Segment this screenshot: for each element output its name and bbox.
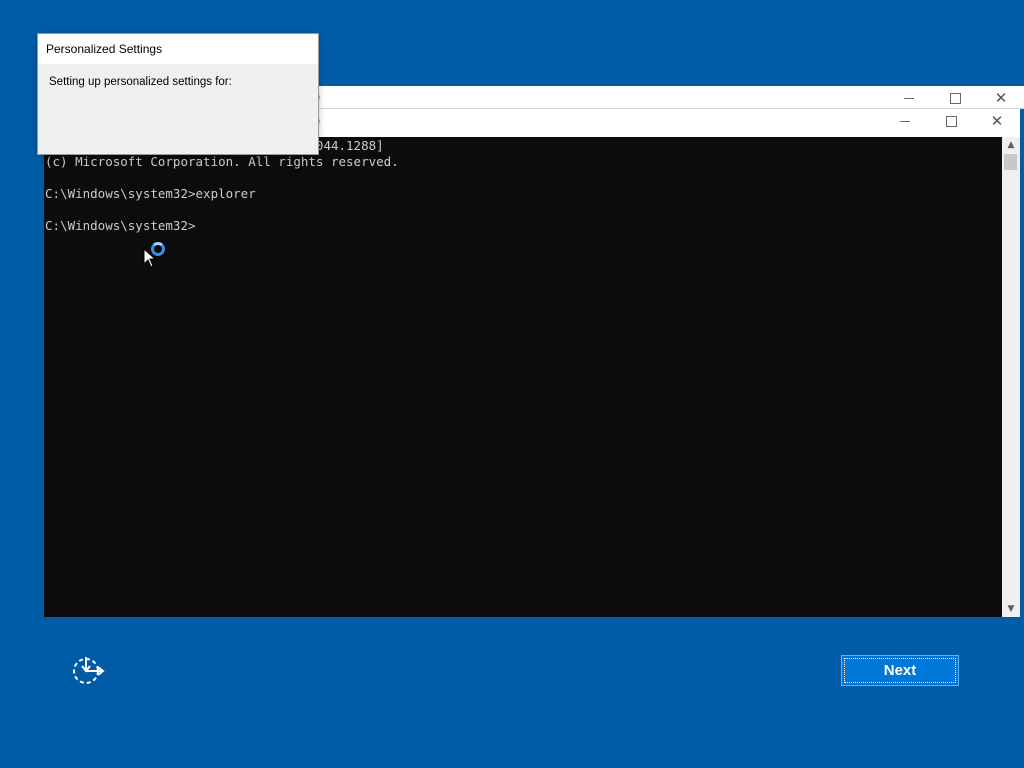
- console-prompt-line: C:\Windows\system32>: [45, 218, 196, 233]
- scroll-down-button[interactable]: ▼: [1002, 601, 1020, 617]
- scroll-up-arrow-icon: ▲: [1007, 140, 1015, 150]
- minimize-icon: [904, 97, 914, 99]
- close-icon: ✕: [994, 88, 1008, 107]
- minimize-button[interactable]: [882, 109, 928, 133]
- dialog-title: Personalized Settings: [46, 42, 163, 56]
- maximize-icon: [949, 92, 961, 104]
- close-button[interactable]: ✕: [974, 109, 1020, 133]
- ease-of-access-icon[interactable]: [70, 655, 106, 687]
- next-button[interactable]: Next: [841, 655, 959, 686]
- close-icon: ✕: [990, 111, 1004, 130]
- minimize-icon: [900, 120, 910, 122]
- background-close-button[interactable]: ✕: [978, 86, 1024, 110]
- background-maximize-button[interactable]: [932, 86, 978, 110]
- personalized-settings-dialog: Personalized Settings Setting up persona…: [37, 33, 319, 155]
- scroll-up-button[interactable]: ▲: [1002, 137, 1020, 153]
- scroll-thumb[interactable]: [1004, 154, 1017, 170]
- maximize-button[interactable]: [928, 109, 974, 133]
- background-minimize-button[interactable]: [886, 86, 932, 110]
- scroll-down-arrow-icon: ▼: [1007, 604, 1015, 614]
- vertical-scrollbar[interactable]: ▲ ▼: [1002, 137, 1020, 617]
- console-line: C:\Windows\system32>explorer: [45, 186, 256, 201]
- command-prompt-window: e ✕ 044.1288] (c) Microsoft Corporation.…: [44, 109, 1020, 617]
- dialog-message: Setting up personalized settings for:: [49, 76, 232, 88]
- dialog-titlebar[interactable]: Personalized Settings: [38, 34, 318, 64]
- busy-cursor-icon: [151, 242, 165, 256]
- console-line: (c) Microsoft Corporation. All rights re…: [45, 154, 399, 169]
- focus-rectangle: [844, 658, 956, 683]
- maximize-icon: [945, 115, 957, 127]
- console-output[interactable]: 044.1288] (c) Microsoft Corporation. All…: [44, 137, 1002, 617]
